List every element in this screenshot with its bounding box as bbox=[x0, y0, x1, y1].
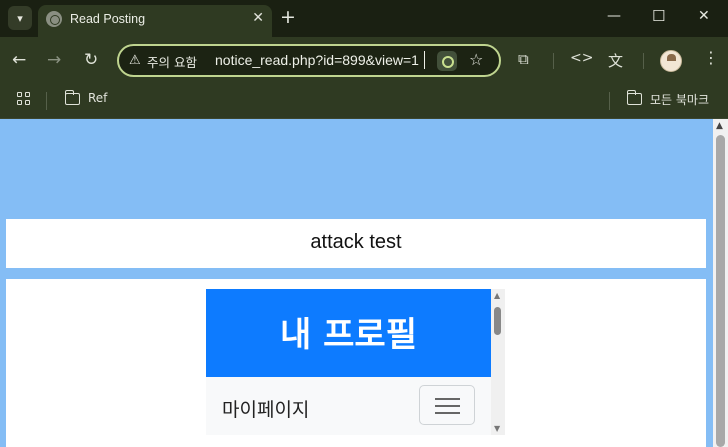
globe-icon bbox=[46, 11, 62, 27]
google-lens-icon[interactable] bbox=[437, 51, 457, 71]
profile-title: 내 프로필 bbox=[280, 315, 417, 355]
forward-button[interactable]: → bbox=[47, 50, 61, 70]
devtools-icon[interactable]: <> bbox=[570, 50, 593, 66]
bookmark-star-icon[interactable]: ☆ bbox=[469, 50, 483, 69]
folder-icon bbox=[626, 90, 642, 105]
profile-header: 내 프로필 bbox=[206, 289, 491, 377]
page-viewport: attack test 내 프로필 마이페이지 ▲ ▼ bbox=[0, 119, 713, 447]
new-tab-button[interactable]: + bbox=[280, 6, 296, 28]
toolbar-separator bbox=[643, 53, 644, 69]
profile-avatar[interactable] bbox=[660, 50, 682, 72]
frame-scrollbar[interactable]: ▲ ▼ bbox=[491, 289, 505, 435]
url-text[interactable]: notice_read.php?id=899&view=1 bbox=[215, 52, 419, 68]
bookmark-separator bbox=[609, 92, 610, 110]
scroll-up-icon[interactable]: ▲ bbox=[494, 291, 500, 300]
translate-icon[interactable]: 文 bbox=[608, 50, 623, 71]
bookmark-ref[interactable]: Ref bbox=[88, 91, 107, 105]
reload-button[interactable]: ↻ bbox=[84, 50, 98, 70]
tab-close-icon[interactable]: ✕ bbox=[252, 10, 264, 26]
tab-read-posting[interactable]: Read Posting ✕ bbox=[38, 5, 272, 37]
mypage-brand-link[interactable]: 마이페이지 bbox=[222, 395, 309, 422]
tab-strip: ▾ Read Posting ✕ + — ☐ ✕ bbox=[0, 0, 728, 37]
minimize-button[interactable]: — bbox=[607, 8, 621, 24]
post-title-box: attack test bbox=[6, 219, 706, 268]
bookmark-separator bbox=[46, 92, 47, 110]
all-bookmarks[interactable]: 모든 북마크 bbox=[650, 91, 709, 108]
browser-toolbar: ← → ↻ ⚠ 주의 요함 notice_read.php?id=899&vie… bbox=[0, 37, 728, 84]
warning-icon[interactable]: ⚠ bbox=[129, 53, 141, 68]
navbar-toggle-button[interactable] bbox=[419, 385, 475, 425]
profile-navbar: 마이페이지 bbox=[206, 377, 491, 435]
page-scrollbar[interactable]: ▲ bbox=[713, 119, 728, 447]
extensions-icon[interactable]: ⧉ bbox=[518, 50, 529, 68]
back-button[interactable]: ← bbox=[12, 50, 26, 70]
scroll-down-icon[interactable]: ▼ bbox=[494, 424, 500, 433]
text-caret bbox=[424, 51, 425, 69]
embedded-profile-frame[interactable]: 내 프로필 마이페이지 ▲ ▼ bbox=[206, 289, 505, 435]
window-close-button[interactable]: ✕ bbox=[698, 8, 710, 24]
maximize-button[interactable]: ☐ bbox=[652, 7, 665, 25]
scroll-up-icon[interactable]: ▲ bbox=[716, 121, 723, 131]
tab-search-button[interactable]: ▾ bbox=[8, 6, 32, 30]
bookmarks-bar: Ref 모든 북마크 bbox=[0, 84, 728, 119]
tab-title: Read Posting bbox=[70, 12, 146, 26]
apps-grid-icon[interactable] bbox=[17, 92, 31, 106]
post-content-box: 내 프로필 마이페이지 ▲ ▼ bbox=[6, 279, 706, 447]
address-bar[interactable]: ⚠ 주의 요함 notice_read.php?id=899&view=1 ☆ bbox=[117, 44, 501, 77]
folder-icon bbox=[64, 90, 80, 105]
toolbar-separator bbox=[553, 53, 554, 69]
scroll-thumb[interactable] bbox=[716, 135, 725, 447]
more-menu-icon[interactable]: ⋮ bbox=[703, 48, 719, 67]
security-status[interactable]: 주의 요함 bbox=[147, 52, 197, 71]
post-title: attack test bbox=[310, 231, 402, 253]
scroll-thumb[interactable] bbox=[494, 307, 501, 335]
